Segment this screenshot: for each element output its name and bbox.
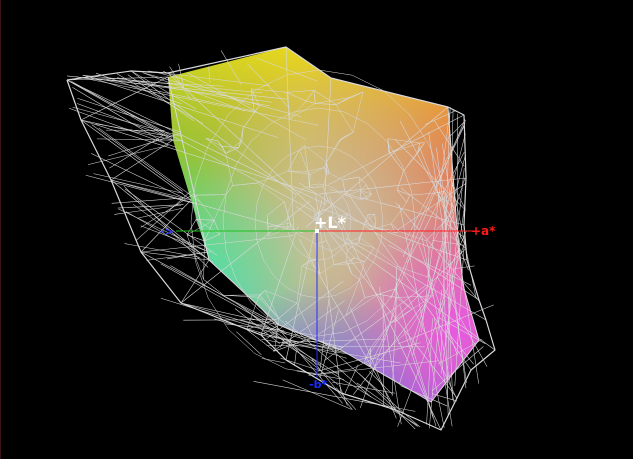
l-axis-label: +L*: [314, 213, 347, 232]
gamut-3d-view[interactable]: +L* +a* -b* ->: [0, 0, 633, 459]
gamut-plot[interactable]: +L* +a* -b* ->: [1, 0, 633, 459]
b-axis-label: -b*: [309, 378, 327, 391]
neg-a-axis-marker: ->: [160, 225, 174, 238]
a-axis-label: +a*: [471, 224, 496, 238]
